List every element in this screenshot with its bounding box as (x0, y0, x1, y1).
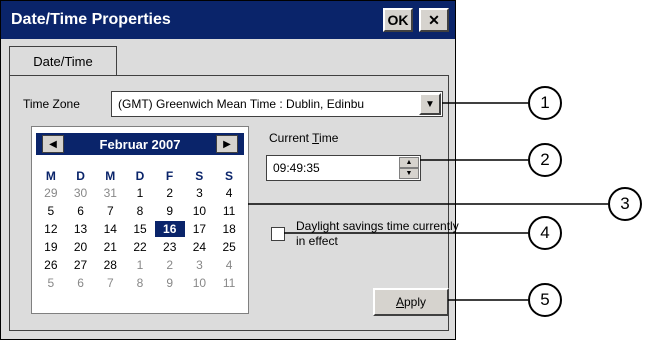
callout-5: 5 (528, 283, 562, 317)
callout-4: 4 (528, 216, 562, 250)
callout-3: 3 (608, 187, 642, 221)
callout-2: 2 (528, 143, 562, 177)
callout-1: 1 (528, 86, 562, 120)
